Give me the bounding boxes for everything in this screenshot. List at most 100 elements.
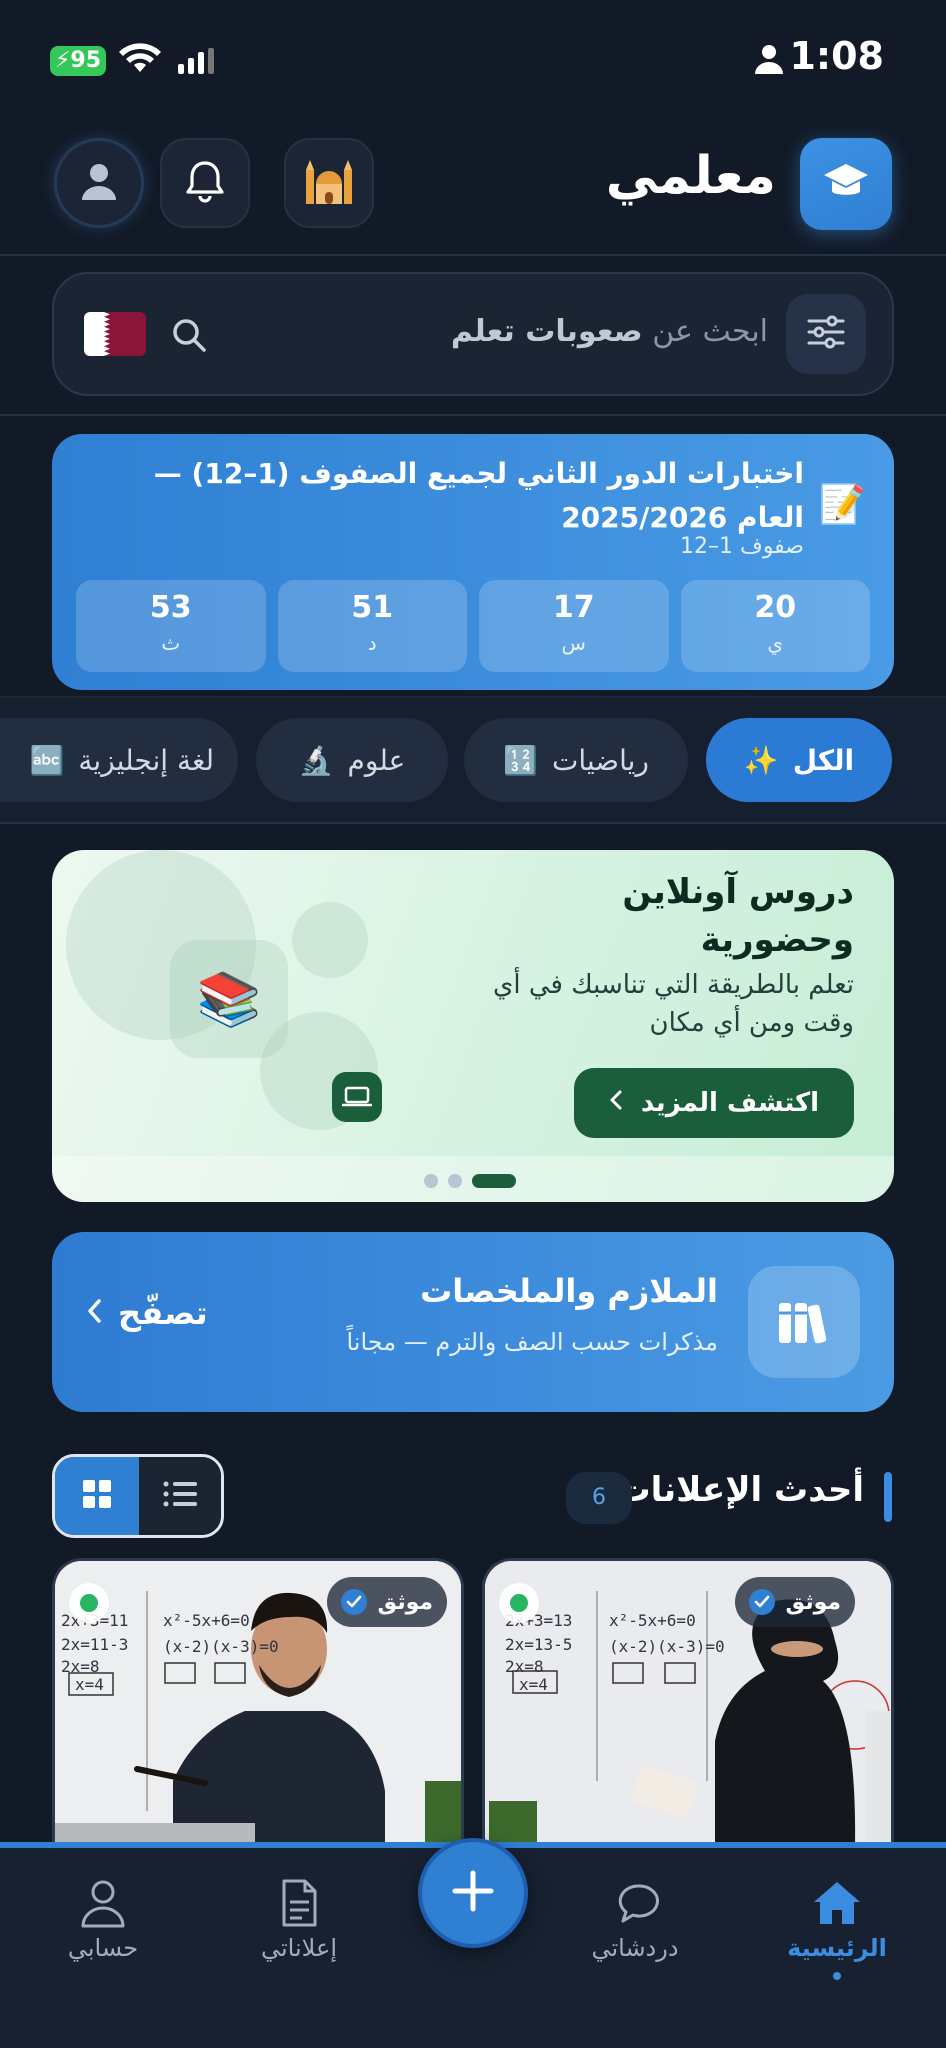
verified-badge: موثق bbox=[327, 1577, 447, 1627]
chip-label: الكل bbox=[792, 743, 855, 777]
carousel-dots bbox=[424, 1174, 516, 1188]
board-equation: (x-2)(x-3)=0 bbox=[163, 1637, 279, 1656]
numbers-icon: 🔢 bbox=[503, 743, 538, 777]
category-chip-all[interactable]: الكل ✨ bbox=[706, 718, 892, 802]
active-indicator bbox=[833, 1972, 841, 1980]
nav-label: إعلاناتي bbox=[261, 1934, 337, 1962]
prayer-times-button[interactable] bbox=[284, 138, 374, 228]
category-chip-math[interactable]: رياضيات 🔢 bbox=[464, 718, 688, 802]
search-input[interactable]: ابحث عن صعوبات تعلم bbox=[52, 272, 894, 396]
microscope-icon: 🔬 bbox=[298, 743, 334, 777]
carousel-dot[interactable] bbox=[448, 1174, 462, 1188]
category-filter-bar: الكل ✨ رياضيات 🔢 علوم 🔬 لغة إنجليزية 🔤 bbox=[0, 696, 946, 824]
browse-label: تصفّح bbox=[118, 1294, 208, 1332]
view-mode-toggle bbox=[52, 1454, 224, 1538]
countdown-unit: ث bbox=[161, 631, 181, 655]
check-icon bbox=[749, 1589, 776, 1615]
search-placeholder: ابحث عن صعوبات تعلم bbox=[451, 314, 768, 349]
nav-label: حسابي bbox=[67, 1934, 139, 1962]
sliders-icon bbox=[806, 315, 846, 353]
filter-button[interactable] bbox=[786, 294, 866, 374]
plus-icon bbox=[451, 1869, 495, 1917]
board-equation: 2x=11-3 bbox=[61, 1635, 129, 1654]
board-equation: x²-5x+6=0 bbox=[609, 1611, 696, 1630]
notifications-button[interactable] bbox=[160, 138, 250, 228]
countdown-unit: د bbox=[367, 631, 377, 655]
promo-title: دروس آونلاين وحضورية bbox=[622, 872, 854, 960]
bell-icon bbox=[182, 158, 228, 208]
list-icon bbox=[163, 1481, 197, 1511]
online-status-indicator bbox=[69, 1583, 109, 1623]
search-placeholder-prefix: ابحث عن bbox=[652, 314, 768, 349]
online-dot bbox=[510, 1594, 528, 1612]
latest-ads-header: أحدث الإعلانات 6 bbox=[0, 1452, 946, 1538]
countdown-unit: س bbox=[561, 631, 586, 655]
search-icon bbox=[170, 316, 210, 360]
carousel-dot[interactable] bbox=[424, 1174, 438, 1188]
qatar-flag-icon[interactable] bbox=[84, 312, 146, 356]
nav-my-ads[interactable]: إعلاناتي bbox=[224, 1870, 374, 1962]
bottom-navigation: الرئيسية دردشاتي إعلاناتي حسابي bbox=[0, 1838, 946, 2048]
chip-label: علوم bbox=[347, 743, 406, 777]
nav-home[interactable]: الرئيسية bbox=[762, 1870, 912, 1980]
board-equation: 2x=8 bbox=[61, 1657, 100, 1676]
document-icon bbox=[224, 1870, 374, 1928]
battery-indicator: ⚡95 bbox=[50, 46, 106, 76]
discover-more-button[interactable]: اكتشف المزيد bbox=[574, 1068, 854, 1138]
decor-circle bbox=[292, 902, 368, 978]
nav-label: الرئيسية bbox=[787, 1934, 887, 1962]
section-title: أحدث الإعلانات bbox=[616, 1470, 864, 1510]
countdown-value: 17 bbox=[552, 590, 595, 625]
board-equation: x²-5x+6=0 bbox=[163, 1611, 250, 1630]
list-view-button[interactable] bbox=[139, 1457, 221, 1535]
chevron-left-icon bbox=[86, 1294, 102, 1332]
countdown-hours: 17 س bbox=[479, 580, 669, 672]
exam-subtitle: صفوف 1–12 bbox=[680, 534, 804, 559]
ad-card[interactable]: 2x+3=13 2x=13-5 2x=8 x=4 x²-5x+6=0 (x-2)… bbox=[482, 1558, 894, 1844]
chip-label: رياضيات bbox=[551, 743, 649, 777]
study-notes-card[interactable]: الملازم والملخصات مذكرات حسب الصف والترم… bbox=[52, 1232, 894, 1412]
add-ad-button[interactable] bbox=[418, 1838, 528, 1948]
laptop-icon bbox=[332, 1072, 382, 1122]
browse-link[interactable]: تصفّح bbox=[86, 1294, 208, 1332]
countdown-unit: ي bbox=[767, 631, 784, 655]
nav-label: دردشاتي bbox=[591, 1934, 679, 1962]
board-equation: x=4 bbox=[75, 1675, 104, 1694]
ad-card[interactable]: 2x+3=11 2x=11-3 2x=8 x=4 x²-5x+6=0 (x-2)… bbox=[52, 1558, 464, 1844]
status-time: 1:08 bbox=[789, 34, 884, 78]
chevron-left-icon bbox=[609, 1088, 623, 1118]
home-icon bbox=[762, 1870, 912, 1928]
status-bar: ⚡95 1:08 bbox=[0, 0, 946, 118]
countdown-value: 53 bbox=[149, 590, 192, 625]
search-section: ابحث عن صعوبات تعلم bbox=[0, 256, 946, 416]
section-accent-bar bbox=[884, 1472, 892, 1522]
app-screen: ⚡95 1:08 معلمي ابحث عن صعوبات تعلم 📝 اخت… bbox=[0, 0, 946, 2048]
board-equation: 2x=13-5 bbox=[505, 1635, 573, 1654]
grid-view-button[interactable] bbox=[55, 1457, 139, 1535]
app-title: معلمي bbox=[605, 146, 776, 206]
board-equation: x=4 bbox=[519, 1675, 548, 1694]
nav-account[interactable]: حسابي bbox=[28, 1870, 178, 1962]
mosque-icon bbox=[302, 154, 356, 212]
carousel-dot-active[interactable] bbox=[472, 1174, 516, 1188]
promo-banner[interactable]: 📚 دروس آونلاين وحضورية تعلم بالطريقة الت… bbox=[52, 850, 894, 1202]
notes-title: الملازم والملخصات bbox=[420, 1272, 718, 1310]
profile-button[interactable] bbox=[54, 138, 144, 228]
notes-subtitle: مذكرات حسب الصف والترم — مجاناً bbox=[346, 1328, 718, 1356]
button-label: اكتشف المزيد bbox=[640, 1088, 820, 1118]
board-equation: 2x=8 bbox=[505, 1657, 544, 1676]
exam-countdown-card[interactable]: 📝 اختبارات الدور الثاني لجميع الصفوف (1–… bbox=[52, 434, 894, 690]
board-equation: (x-2)(x-3)=0 bbox=[609, 1637, 725, 1656]
verified-badge: موثق bbox=[735, 1577, 855, 1627]
category-chip-science[interactable]: علوم 🔬 bbox=[256, 718, 448, 802]
sparkles-icon: ✨ bbox=[743, 743, 779, 777]
nav-chats[interactable]: دردشاتي bbox=[560, 1870, 710, 1962]
app-header: معلمي bbox=[0, 118, 946, 256]
graduation-cap-icon bbox=[822, 162, 870, 206]
category-chip-english[interactable]: لغة إنجليزية 🔤 bbox=[0, 718, 238, 802]
chat-bubbles-icon bbox=[560, 1870, 710, 1928]
abc-icon: 🔤 bbox=[29, 743, 65, 777]
badge-label: موثق bbox=[377, 1589, 433, 1615]
countdown-seconds: 53 ث bbox=[76, 580, 266, 672]
countdown-minutes: 51 د bbox=[277, 580, 467, 672]
